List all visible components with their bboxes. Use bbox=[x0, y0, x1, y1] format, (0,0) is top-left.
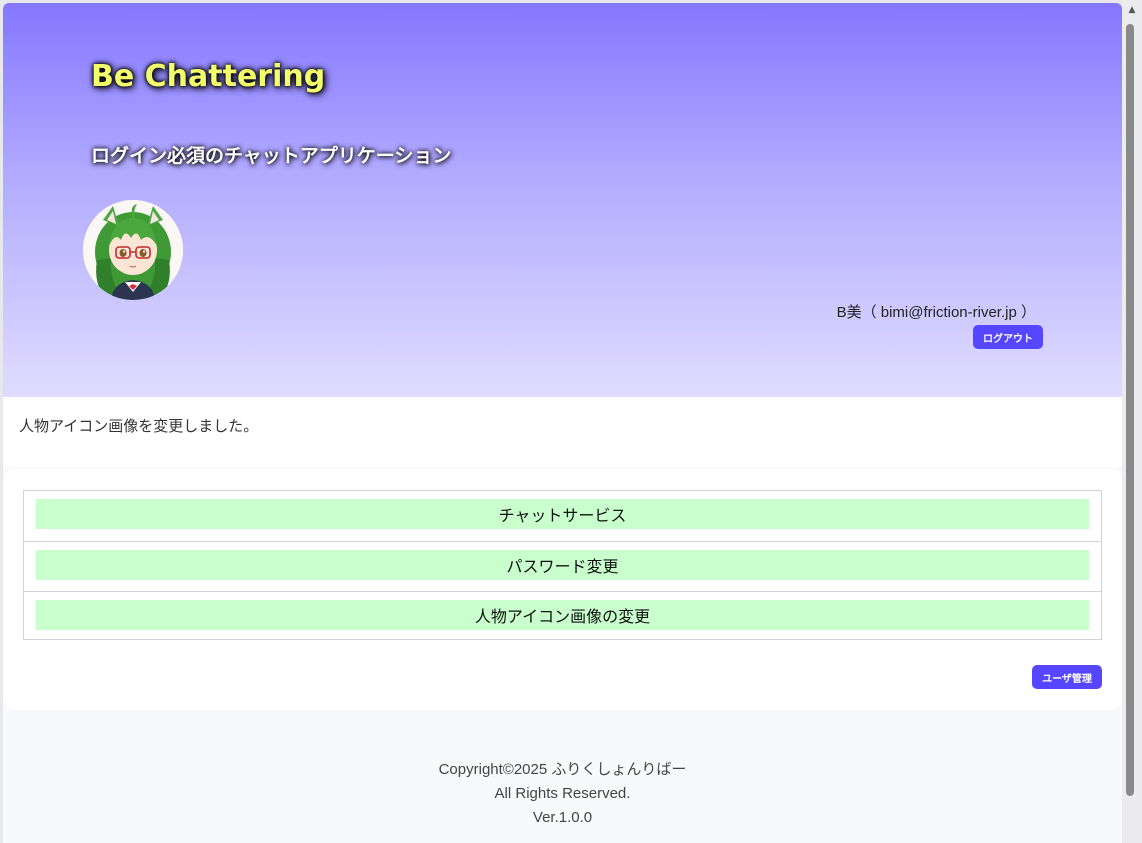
avatar-image bbox=[83, 200, 183, 300]
logout-button[interactable]: ログアウト bbox=[973, 325, 1043, 349]
app-subtitle: ログイン必須のチャットアプリケーション bbox=[91, 145, 452, 167]
header: Be Chattering ログイン必須のチャットアプリケーション B美（ bi… bbox=[3, 3, 1122, 397]
menu-item-password-change[interactable]: パスワード変更 bbox=[36, 550, 1089, 580]
menu-list: チャットサービス パスワード変更 人物アイコン画像の変更 bbox=[23, 490, 1102, 640]
scrollbar-thumb[interactable] bbox=[1126, 24, 1134, 796]
app-window: Be Chattering ログイン必須のチャットアプリケーション B美（ bi… bbox=[3, 3, 1122, 843]
footer: Copyright©2025 ふりくしょんりばー All Rights Rese… bbox=[3, 758, 1122, 830]
flash-message: 人物アイコン画像を変更しました。 bbox=[19, 417, 259, 435]
scroll-up-arrow-icon[interactable]: ▲ bbox=[1122, 2, 1142, 18]
menu-row: 人物アイコン画像の変更 bbox=[24, 591, 1101, 642]
app-title: Be Chattering bbox=[91, 59, 326, 94]
avatar bbox=[83, 200, 183, 300]
menu-item-avatar-change[interactable]: 人物アイコン画像の変更 bbox=[36, 600, 1089, 630]
vertical-scrollbar[interactable]: ▲ bbox=[1122, 0, 1142, 843]
footer-version: Ver.1.0.0 bbox=[532, 809, 593, 826]
footer-rights: All Rights Reserved. bbox=[494, 785, 631, 802]
menu-panel: チャットサービス パスワード変更 人物アイコン画像の変更 ユーザ管理 bbox=[3, 469, 1122, 710]
footer-copyright: Copyright©2025 ふりくしょんりばー bbox=[438, 761, 687, 778]
menu-row: パスワード変更 bbox=[24, 541, 1101, 592]
flash-area: 人物アイコン画像を変更しました。 bbox=[3, 397, 1122, 467]
menu-item-chat-service[interactable]: チャットサービス bbox=[36, 499, 1089, 529]
user-info: B美（ bimi@friction-river.jp ） bbox=[836, 304, 1036, 321]
menu-row: チャットサービス bbox=[24, 491, 1101, 541]
user-admin-button[interactable]: ユーザ管理 bbox=[1032, 665, 1102, 689]
